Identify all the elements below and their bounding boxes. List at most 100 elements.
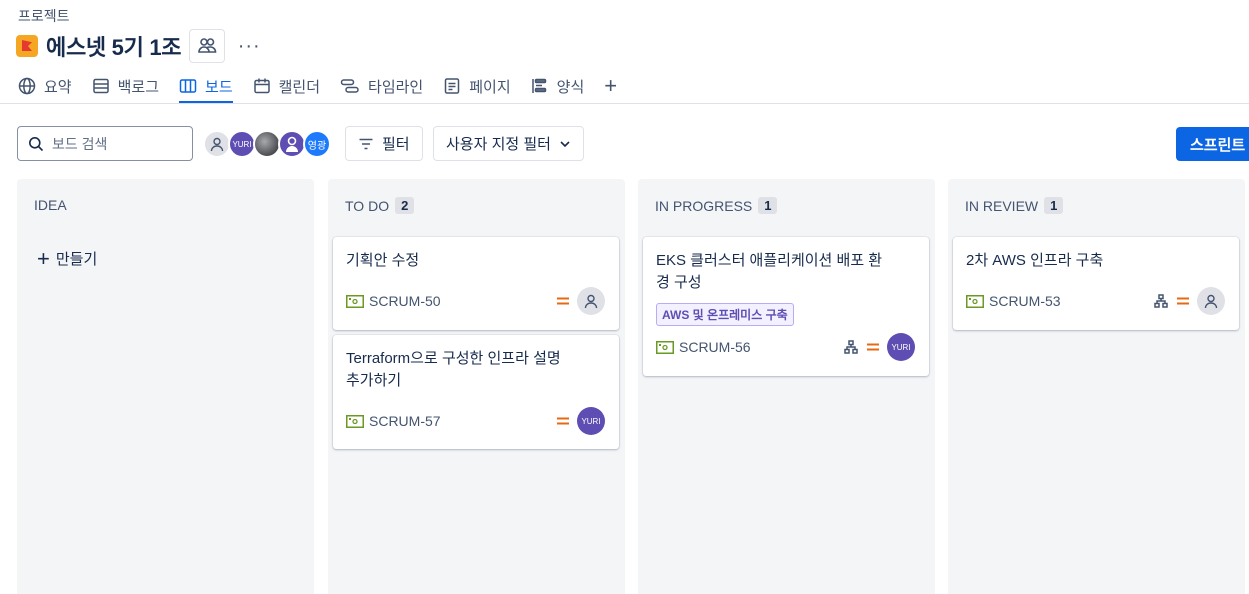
issue-key: SCRUM-50 <box>369 293 441 309</box>
tab-label: 캘린더 <box>278 78 321 96</box>
issue-title: EKS 클러스터 애플리케이션 배포 환경 구성 <box>656 252 883 291</box>
person-icon <box>286 136 298 152</box>
project-tabs: 요약 백로그 보드 캘린더 타임라인 페이지 양식 + <box>18 72 637 104</box>
breadcrumb[interactable]: 프로젝트 <box>18 6 70 26</box>
priority-medium-icon <box>1177 297 1189 305</box>
column-header: IN REVIEW 1 <box>965 197 1064 214</box>
page-title: 에스넷 5기 1조 <box>46 35 182 60</box>
story-icon <box>346 294 364 308</box>
person-icon <box>1204 294 1218 309</box>
issue-key: SCRUM-53 <box>989 293 1061 309</box>
search-box[interactable] <box>17 126 193 161</box>
priority-medium-icon <box>867 343 879 351</box>
issue-meta <box>1154 287 1225 315</box>
add-tab-button[interactable]: + <box>604 72 617 100</box>
priority-medium-icon <box>557 297 569 305</box>
create-label: 만들기 <box>55 251 98 268</box>
tab-label: 양식 <box>556 78 585 96</box>
column-header: IDEA <box>34 197 67 213</box>
column-name: TO DO <box>345 197 390 214</box>
project-header: 에스넷 5기 1조 ··· <box>16 29 265 63</box>
issue-card[interactable]: Terraform으로 구성한 인프라 설명 추가하기 SCRUM-57 YUR… <box>333 335 619 449</box>
tab-summary[interactable]: 요약 <box>18 72 72 100</box>
tab-label: 보드 <box>205 78 233 96</box>
team-button[interactable] <box>189 29 226 63</box>
tab-forms[interactable]: 양식 <box>531 72 585 100</box>
calendar-icon <box>253 78 270 94</box>
create-issue-button[interactable]: + 만들기 <box>37 245 98 271</box>
assignee-avatar[interactable] <box>1197 287 1225 315</box>
epic-badge[interactable]: AWS 및 온프레미스 구축 <box>656 303 794 326</box>
custom-filter-dropdown[interactable]: 사용자 지정 필터 <box>433 126 584 161</box>
issue-key-row: SCRUM-50 <box>346 293 441 309</box>
filter-button[interactable]: 필터 <box>345 126 423 161</box>
timeline-icon <box>340 79 359 93</box>
plus-icon: + <box>37 245 50 271</box>
custom-filter-label: 사용자 지정 필터 <box>446 136 551 153</box>
column-name: IN PROGRESS <box>655 197 753 214</box>
issue-title: Terraform으로 구성한 인프라 설명 추가하기 <box>346 350 561 389</box>
more-actions-button[interactable]: ··· <box>233 30 265 62</box>
person-icon <box>210 137 224 152</box>
issue-key-row: SCRUM-56 <box>656 339 751 355</box>
board-column-todo: TO DO 2 기획안 수정 SCRUM-50 Terraform으로 구성한 … <box>328 179 625 594</box>
column-count: 1 <box>1044 197 1064 214</box>
column-header: TO DO 2 <box>345 197 415 214</box>
story-icon <box>346 414 364 428</box>
issue-meta: YURI <box>844 333 915 361</box>
avatar[interactable]: 영광 <box>303 130 331 158</box>
issue-card[interactable]: 기획안 수정 SCRUM-50 <box>333 237 619 330</box>
search-input[interactable] <box>52 135 182 152</box>
backlog-icon <box>92 78 109 94</box>
issue-title: 2차 AWS 인프라 구축 <box>966 252 1104 269</box>
person-icon <box>584 294 598 309</box>
issue-card[interactable]: 2차 AWS 인프라 구축 SCRUM-53 <box>953 237 1239 330</box>
board-column-in-progress: IN PROGRESS 1 EKS 클러스터 애플리케이션 배포 환경 구성 A… <box>638 179 935 594</box>
issue-key-row: SCRUM-57 <box>346 413 441 429</box>
column-name: IDEA <box>34 197 67 213</box>
issue-card[interactable]: EKS 클러스터 애플리케이션 배포 환경 구성 AWS 및 온프레미스 구축 … <box>643 237 929 376</box>
header-divider <box>0 103 1249 104</box>
sprint-button[interactable]: 스프린트 <box>1176 127 1249 161</box>
issue-meta <box>556 287 605 315</box>
story-icon <box>656 340 674 354</box>
column-name: IN REVIEW <box>965 197 1039 214</box>
project-flag-icon <box>16 35 38 57</box>
column-count: 1 <box>758 197 778 214</box>
issue-meta: YURI <box>556 407 605 435</box>
assignee-avatar[interactable]: YURI <box>887 333 915 361</box>
subtask-hierarchy-icon <box>844 340 858 354</box>
issue-key-row: SCRUM-53 <box>966 293 1061 309</box>
avatar[interactable] <box>253 130 281 158</box>
tab-label: 페이지 <box>469 78 511 96</box>
tab-calendar[interactable]: 캘린더 <box>253 72 320 100</box>
board-column-in-review: IN REVIEW 1 2차 AWS 인프라 구축 SCRUM-53 <box>948 179 1245 594</box>
chevron-down-icon <box>560 140 570 147</box>
avatar[interactable] <box>278 130 306 158</box>
tab-label: 요약 <box>44 78 72 96</box>
issue-key: SCRUM-57 <box>369 413 441 429</box>
column-count: 2 <box>395 197 415 214</box>
column-header: IN PROGRESS 1 <box>655 197 778 214</box>
tab-board[interactable]: 보드 <box>179 72 233 103</box>
page-icon <box>444 78 460 94</box>
tab-label: 타임라인 <box>368 78 424 96</box>
filter-icon <box>359 138 373 149</box>
search-icon <box>29 136 44 151</box>
assignee-avatar[interactable]: YURI <box>577 407 605 435</box>
issue-title: 기획안 수정 <box>346 252 420 269</box>
people-icon <box>198 38 217 53</box>
assignee-avatar[interactable] <box>577 287 605 315</box>
filter-label: 필터 <box>382 136 410 153</box>
subtask-hierarchy-icon <box>1154 294 1168 308</box>
board-column-idea: IDEA + 만들기 <box>17 179 314 594</box>
avatar[interactable] <box>203 130 231 158</box>
avatar-group: YURI 영광 <box>203 130 331 158</box>
story-icon <box>966 294 984 308</box>
issue-key: SCRUM-56 <box>679 339 751 355</box>
tab-pages[interactable]: 페이지 <box>443 72 511 100</box>
tab-timeline[interactable]: 타임라인 <box>340 72 423 100</box>
tab-label: 백로그 <box>117 78 160 96</box>
avatar[interactable]: YURI <box>228 130 256 158</box>
tab-backlog[interactable]: 백로그 <box>92 72 159 100</box>
